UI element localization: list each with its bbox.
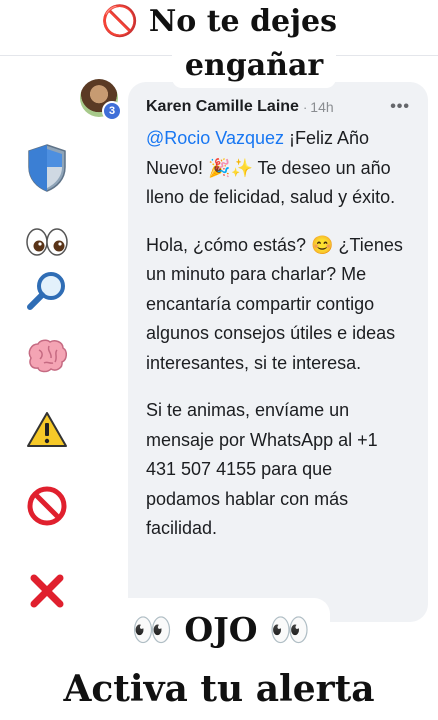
shield-icon: [22, 143, 72, 193]
brain-icon: [22, 331, 72, 381]
separator-dot: ·: [302, 99, 308, 115]
avatar-badge: 3: [102, 101, 122, 121]
comment-paragraph: Si te animas, envíame un mensaje por Wha…: [146, 400, 378, 538]
comment-body: @Rocio Vazquez ¡Feliz Año Nuevo! 🎉✨ Te d…: [146, 124, 410, 544]
magnifier-icon: [22, 266, 72, 316]
eyes-icon: [22, 217, 72, 267]
prohibited-icon: [22, 481, 72, 531]
cross-mark-icon: [22, 566, 72, 616]
mention-link[interactable]: @Rocio Vazquez: [146, 128, 284, 148]
comment-time[interactable]: 14h: [310, 99, 333, 115]
comment-paragraph: Hola, ¿cómo estás? 😊 ¿Tienes un minuto p…: [146, 234, 403, 373]
ojo-caption: 👀 OJO 👀: [131, 610, 311, 649]
headline-line-1: 🚫 No te dejes: [101, 4, 337, 39]
alerta-caption: Activa tu alerta: [63, 668, 375, 710]
author-name[interactable]: Karen Camille Laine: [146, 98, 299, 116]
headline-line-2: engañar: [184, 48, 324, 83]
more-options-icon[interactable]: •••: [390, 98, 410, 116]
comment-paragraph: @Rocio Vazquez ¡Feliz Año Nuevo! 🎉✨ Te d…: [146, 124, 410, 213]
comment-header: Karen Camille Laine · 14h •••: [146, 96, 410, 118]
comment-bubble: Karen Camille Laine · 14h ••• @Rocio Vaz…: [128, 82, 428, 622]
warning-icon: [22, 405, 72, 455]
